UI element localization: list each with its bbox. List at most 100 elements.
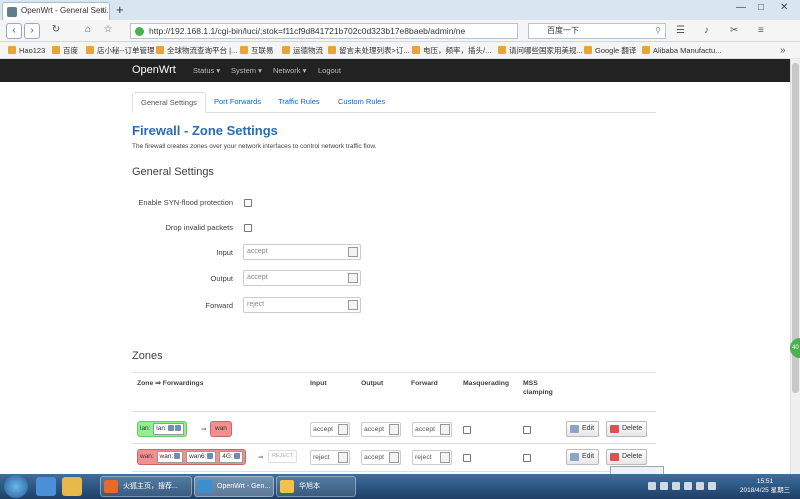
network-tray-icon[interactable]: [684, 482, 692, 490]
bookmark-item[interactable]: 电压，频率，插头/...: [412, 45, 491, 56]
menu-status[interactable]: Status ▾: [193, 66, 220, 75]
tools-icon[interactable]: ☰: [676, 25, 685, 36]
bookmark-item[interactable]: Hao123: [8, 45, 45, 56]
network-tag: wan6:: [186, 451, 217, 463]
system-clock[interactable]: 15:51 2018/4/25 星期三: [730, 477, 800, 495]
tray-icon[interactable]: [648, 482, 656, 490]
ie-icon[interactable]: [36, 477, 56, 496]
col-zone-forwardings: Zone ⇒ Forwardings: [137, 380, 204, 387]
page-scrollbar[interactable]: [790, 59, 800, 474]
bookmark-item[interactable]: 全球物流查询平台 |...: [156, 45, 237, 56]
tab-custom-rules[interactable]: Custom Rules: [330, 92, 393, 113]
keyboard-tray-icon[interactable]: [708, 482, 716, 490]
dropdown-arrow-icon: [348, 273, 358, 283]
edit-button[interactable]: Edit: [566, 449, 600, 465]
general-settings-heading: General Settings: [132, 166, 214, 178]
forward-button[interactable]: ›: [24, 23, 40, 39]
input-label: Input: [216, 248, 233, 257]
delete-button[interactable]: Delete: [606, 449, 648, 465]
mss-clamping-checkbox[interactable]: [523, 426, 531, 434]
home-icon[interactable]: ⌂: [80, 23, 96, 39]
browser-tab[interactable]: OpenWrt - General Setti... ×: [2, 2, 110, 20]
drop-invalid-checkbox[interactable]: [244, 224, 252, 232]
bookmarks-bar: Hao123 百度 店小秘--订单管理 全球物流查询平台 |... 互联易 运德…: [0, 42, 800, 59]
explorer-icon[interactable]: [62, 477, 82, 496]
bookmark-item[interactable]: Alibaba Manufactu...: [642, 45, 721, 56]
tray-icon[interactable]: [672, 482, 680, 490]
network-tag: lan:: [153, 423, 184, 435]
bookmark-item[interactable]: 互联易: [240, 45, 274, 56]
dropdown-arrow-icon: [440, 452, 450, 463]
col-output: Output: [361, 380, 384, 387]
zone-output-select[interactable]: accept: [361, 422, 401, 437]
zone-row-lan: lan: lan: ⇒ wan accept accept accept Edi…: [132, 416, 656, 444]
scissors-icon[interactable]: ✂: [730, 25, 738, 36]
address-bar[interactable]: http://192.168.1.1/cgi-bin/luci/;stok=f1…: [130, 23, 518, 39]
maximize-icon[interactable]: □: [758, 2, 764, 13]
search-icon[interactable]: ⚲: [655, 24, 661, 38]
bookmark-star-icon[interactable]: ☆: [100, 23, 116, 39]
dropdown-arrow-icon: [440, 424, 450, 435]
browser-tab-title: OpenWrt - General Setti...: [21, 6, 110, 15]
close-window-icon[interactable]: ✕: [780, 2, 788, 13]
output-label: Output: [210, 274, 233, 283]
bookmark-item[interactable]: 请问哪些国家用美规...: [498, 45, 583, 56]
delete-button[interactable]: Delete: [606, 421, 648, 437]
bookmark-item[interactable]: 店小秘--订单管理: [86, 45, 155, 56]
zone-forward-select[interactable]: reject: [412, 450, 452, 465]
tab-traffic-rules[interactable]: Traffic Rules: [270, 92, 328, 113]
firefox-icon: [104, 480, 118, 493]
page-content: OpenWrt Status ▾ System ▾ Network ▾ Logo…: [0, 59, 790, 474]
zone-input-select[interactable]: reject: [310, 450, 350, 465]
forward-policy-value: reject: [247, 301, 265, 308]
masquerading-checkbox[interactable]: [463, 454, 471, 462]
speaker-icon[interactable]: ♪: [704, 25, 709, 36]
clock-date: 2018/4/25 星期三: [739, 487, 791, 494]
close-tab-icon[interactable]: ×: [100, 3, 105, 19]
taskbar-item[interactable]: 华旭本: [276, 476, 356, 497]
browser-nav-bar: ‹ › ↻ ⌂ ☆ http://192.168.1.1/cgi-bin/luc…: [0, 20, 800, 42]
browser-icon: [198, 480, 212, 493]
syn-flood-label: Enable SYN-flood protection: [138, 198, 233, 207]
brand-logo[interactable]: OpenWrt: [132, 64, 176, 76]
bookmark-item[interactable]: 留言未处理列表>订...: [328, 45, 410, 56]
minimize-icon[interactable]: —: [736, 2, 746, 13]
wifi-icon: [174, 425, 181, 432]
zone-input-select[interactable]: accept: [310, 422, 350, 437]
reload-icon[interactable]: ↻: [48, 23, 64, 39]
menu-system[interactable]: System ▾: [231, 66, 262, 75]
volume-tray-icon[interactable]: [696, 482, 704, 490]
masquerading-checkbox[interactable]: [463, 426, 471, 434]
start-button[interactable]: [4, 475, 28, 498]
menu-network[interactable]: Network ▾: [273, 66, 306, 75]
menu-icon[interactable]: ≡: [758, 25, 764, 36]
secure-shield-icon: [135, 27, 144, 36]
more-bookmarks-icon[interactable]: »: [780, 45, 786, 56]
tab-general-settings[interactable]: General Settings: [132, 92, 206, 113]
menu-logout[interactable]: Logout: [318, 66, 341, 75]
back-button[interactable]: ‹: [6, 23, 22, 39]
network-tag: 4G:: [219, 451, 243, 463]
syn-flood-checkbox[interactable]: [244, 199, 252, 207]
col-masquerading: Masquerading: [463, 380, 510, 387]
bookmark-item[interactable]: 运德物流: [282, 45, 323, 56]
bookmark-item[interactable]: 百度: [52, 45, 78, 56]
mss-clamping-checkbox[interactable]: [523, 454, 531, 462]
page-description: The firewall creates zones over your net…: [132, 143, 377, 150]
url-text: http://192.168.1.1/cgi-bin/luci/;stok=f1…: [149, 26, 466, 36]
bookmark-item[interactable]: Google 翻译: [584, 45, 636, 56]
output-policy-select[interactable]: accept: [243, 270, 361, 286]
edit-button[interactable]: Edit: [566, 421, 600, 437]
forward-policy-select[interactable]: reject: [243, 297, 361, 313]
zone-output-select[interactable]: accept: [361, 450, 401, 465]
tab-port-forwards[interactable]: Port Forwards: [206, 92, 269, 113]
input-policy-select[interactable]: accept: [243, 244, 361, 260]
dropdown-arrow-icon: [389, 424, 399, 435]
search-input[interactable]: 百度一下 ⚲: [528, 23, 666, 39]
user-icon: [280, 480, 294, 493]
new-tab-icon[interactable]: +: [116, 2, 124, 18]
tray-icon[interactable]: [660, 482, 668, 490]
taskbar-item[interactable]: OpenWrt - Gen...: [194, 476, 274, 497]
taskbar-item[interactable]: 火狐主页，搜荐...: [100, 476, 192, 497]
zone-forward-select[interactable]: accept: [412, 422, 452, 437]
